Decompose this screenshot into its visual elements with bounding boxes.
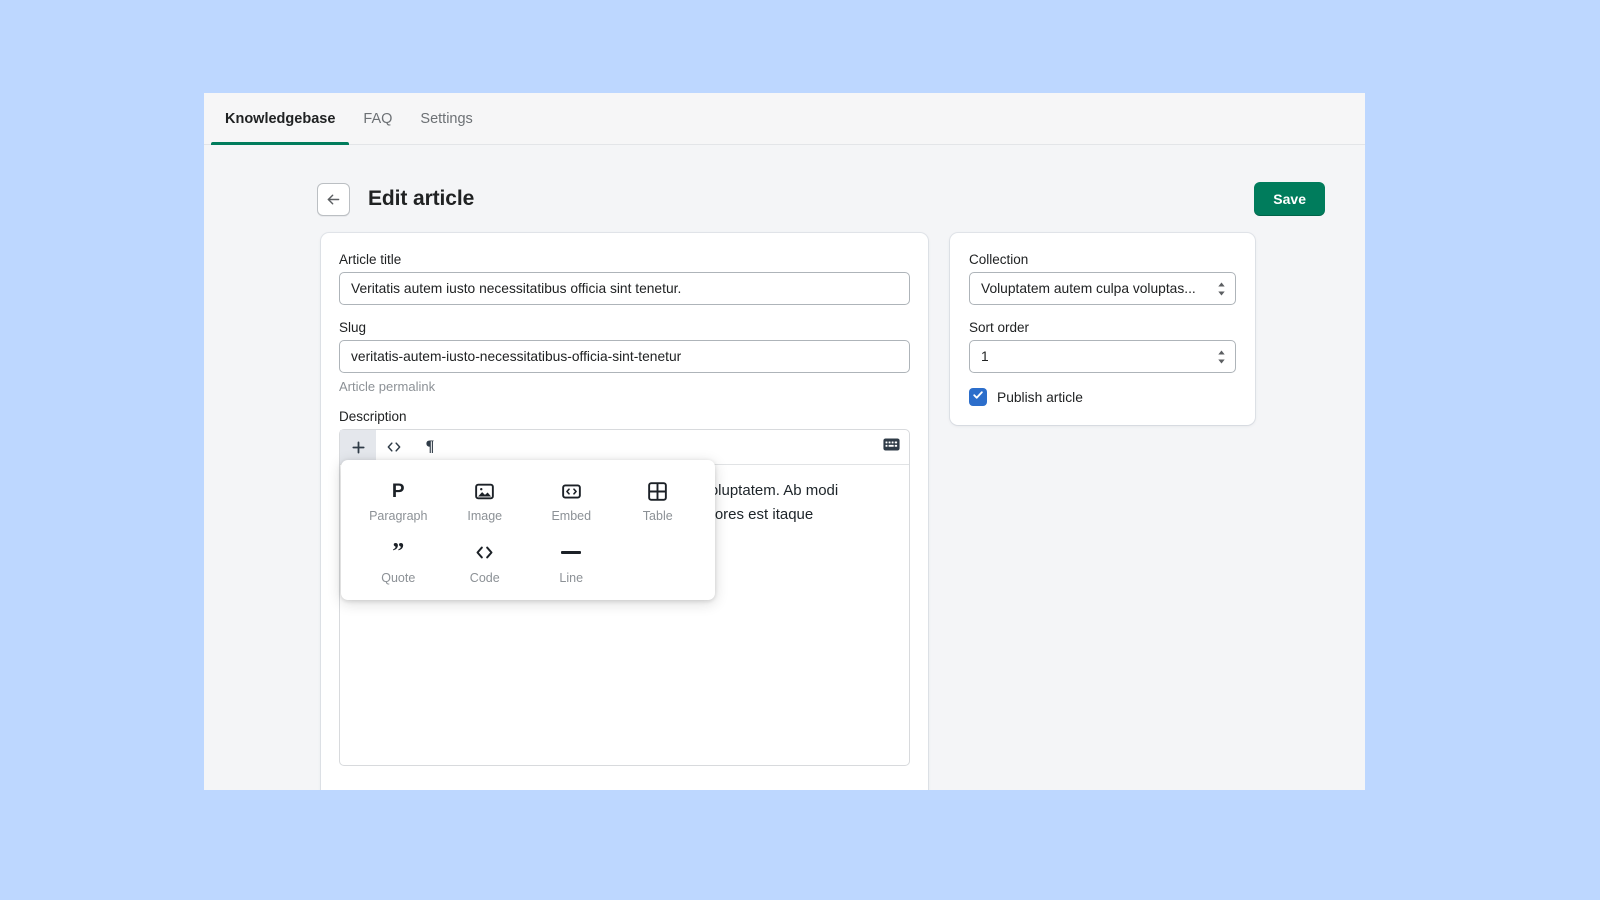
- block-option-embed[interactable]: Embed: [528, 479, 615, 525]
- block-option-label: Code: [469, 570, 500, 585]
- publish-article-checkbox[interactable]: [969, 388, 987, 406]
- collection-group: Collection Voluptatem autem culpa volupt…: [969, 252, 1236, 305]
- embed-icon: [561, 481, 581, 501]
- page-title: Edit article: [368, 187, 475, 210]
- paragraph-icon: P: [391, 480, 405, 502]
- sidebar-column: Collection Voluptatem autem culpa volupt…: [950, 233, 1255, 425]
- sort-order-selected-value: 1: [981, 349, 989, 364]
- sort-order-select[interactable]: 1: [969, 340, 1236, 373]
- block-type-popup: P Paragraph Image Embed Table ” Quote Co…: [341, 460, 715, 600]
- pilcrow-icon: ¶: [425, 438, 435, 455]
- block-option-label: Image: [467, 509, 503, 523]
- block-option-label: Embed: [551, 509, 592, 523]
- keyboard-icon: [883, 438, 900, 456]
- publish-article-label: Publish article: [997, 389, 1083, 405]
- sort-order-group: Sort order 1: [969, 320, 1236, 373]
- tab-label: Settings: [420, 110, 473, 127]
- editor-keyboard-button[interactable]: [883, 430, 909, 464]
- publish-article-row: Publish article: [969, 388, 1236, 406]
- tab-faq[interactable]: FAQ: [349, 93, 406, 144]
- description-group: Description ¶ imi voluptatem. Ab modi s …: [339, 409, 910, 766]
- arrow-left-icon: [325, 191, 342, 208]
- collection-select[interactable]: Voluptatem autem culpa voluptas...: [969, 272, 1236, 305]
- save-button[interactable]: Save: [1254, 182, 1325, 216]
- tab-label: Knowledgebase: [225, 110, 336, 127]
- content-columns: Article title Slug Article permalink Des…: [204, 229, 1365, 790]
- main-column: Article title Slug Article permalink Des…: [321, 233, 928, 790]
- article-settings-card: Collection Voluptatem autem culpa volupt…: [950, 233, 1255, 425]
- editor-paragraph-button[interactable]: ¶: [412, 430, 448, 464]
- slug-input[interactable]: [339, 340, 910, 373]
- description-editor: ¶ imi voluptatem. Ab modi s maiores est …: [339, 429, 910, 766]
- slug-label: Slug: [339, 320, 367, 335]
- tab-knowledgebase[interactable]: Knowledgebase: [211, 93, 350, 145]
- block-option-label: Line: [559, 570, 584, 585]
- slug-help-text: Article permalink: [339, 379, 436, 394]
- code-icon: [475, 543, 494, 563]
- block-option-label: Table: [642, 509, 673, 523]
- block-option-code[interactable]: Code: [442, 541, 529, 587]
- page-header: Edit article Save: [204, 145, 1365, 229]
- image-icon: [475, 481, 495, 501]
- back-button[interactable]: [317, 182, 350, 216]
- block-option-quote[interactable]: ” Quote: [355, 539, 442, 587]
- block-option-paragraph[interactable]: P Paragraph: [355, 479, 442, 525]
- slug-group: Slug Article permalink: [339, 320, 910, 394]
- collection-selected-value: Voluptatem autem culpa voluptas...: [981, 281, 1196, 296]
- block-option-table[interactable]: Table: [615, 479, 702, 525]
- block-option-label: Quote: [381, 570, 416, 585]
- block-option-line[interactable]: Line: [528, 541, 615, 587]
- collection-label: Collection: [969, 252, 1029, 267]
- sort-order-select-wrap: 1: [969, 340, 1236, 373]
- article-title-group: Article title: [339, 252, 910, 305]
- editor-code-button[interactable]: [376, 430, 412, 464]
- article-title-label: Article title: [339, 252, 402, 267]
- tab-bar: Knowledgebase FAQ Settings: [204, 93, 1365, 145]
- collection-select-wrap: Voluptatem autem culpa voluptas...: [969, 272, 1236, 305]
- table-icon: [648, 481, 668, 501]
- block-option-image[interactable]: Image: [442, 479, 529, 525]
- quote-icon: ”: [392, 539, 405, 566]
- block-option-label: Paragraph: [369, 509, 428, 523]
- tab-label: FAQ: [363, 110, 393, 127]
- add-block-button[interactable]: [340, 430, 376, 464]
- sort-order-label: Sort order: [969, 320, 1030, 335]
- article-title-input[interactable]: [339, 272, 910, 305]
- description-label: Description: [339, 409, 407, 424]
- check-icon: [972, 388, 984, 406]
- line-icon: [561, 543, 582, 563]
- article-card: Article title Slug Article permalink Des…: [321, 233, 928, 790]
- tab-settings[interactable]: Settings: [406, 93, 486, 144]
- app-window: Knowledgebase FAQ Settings Edit article …: [204, 93, 1365, 790]
